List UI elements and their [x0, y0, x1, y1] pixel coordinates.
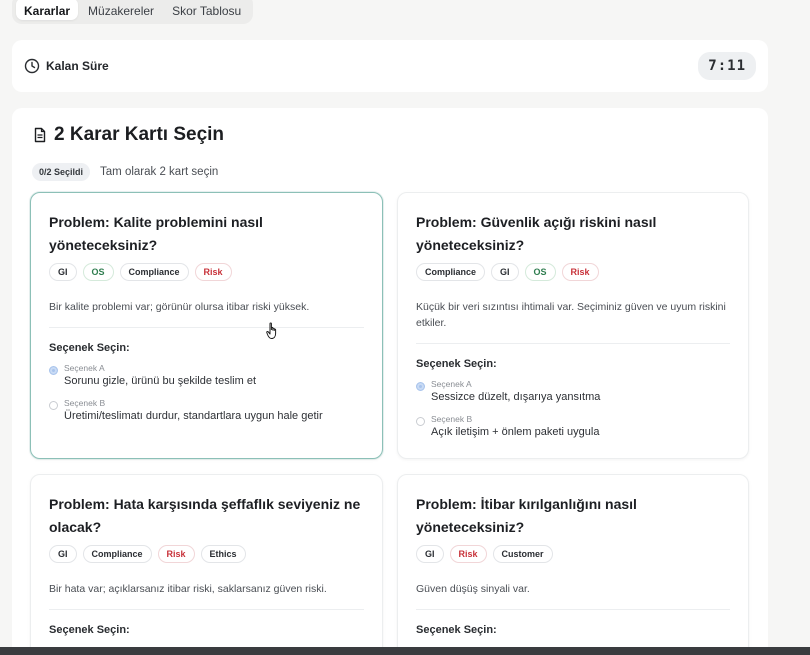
tag-compliance: Compliance	[82, 545, 152, 563]
tag-compliance: Compliance	[416, 263, 486, 281]
option-b[interactable]: Seçenek B Üretimi/teslimatı durdur, stan…	[49, 397, 364, 424]
card-description: Güven düşüş sinyali var.	[416, 583, 530, 595]
tab-muzakereler[interactable]: Müzakereler	[80, 0, 162, 20]
option-a-text: Sessizce düzelt, dışarıya yansıtma	[431, 391, 601, 403]
card-title: Problem: Güvenlik açığı riskini nasıl yö…	[416, 214, 657, 253]
divider	[416, 609, 730, 610]
tag-ethics: Ethics	[200, 545, 246, 563]
selection-hint: Tam olarak 2 kart seçin	[100, 166, 219, 178]
hand-cursor-icon	[266, 322, 277, 339]
option-b-text: Üretimi/teslimatı durdur, standartlara u…	[64, 410, 323, 422]
card-title: Problem: Hata karşısında şeffaflık seviy…	[49, 496, 361, 535]
decision-card-reputation[interactable]: Problem: İtibar kırılganlığını nasıl yön…	[397, 474, 749, 655]
tab-bar: Kararlar Müzakereler Skor Tablosu	[12, 0, 254, 24]
tag-list: Compliance GI OS Risk	[416, 263, 730, 281]
tag-risk: Risk	[157, 545, 195, 563]
tag-os: OS	[82, 263, 114, 281]
divider	[416, 343, 730, 344]
tag-compliance: Compliance	[119, 263, 189, 281]
option-b[interactable]: Seçenek B Açık iletişim + önlem paketi u…	[416, 413, 730, 440]
timer-value: 7:11	[698, 52, 756, 80]
timer-label: Kalan Süre	[46, 59, 109, 73]
clock-icon	[24, 58, 40, 74]
option-heading: Seçenek Seçin:	[416, 624, 497, 636]
timer-card: Kalan Süre 7:11	[12, 40, 768, 92]
card-description: Bir kalite problemi var; görünür olursa …	[49, 301, 310, 313]
decision-card-security[interactable]: Problem: Güvenlik açığı riskini nasıl yö…	[397, 192, 749, 459]
tag-gi: GI	[49, 545, 77, 563]
option-a-head: Seçenek A	[431, 379, 472, 389]
option-heading: Seçenek Seçin:	[49, 342, 130, 354]
option-a-head: Seçenek A	[64, 363, 105, 373]
option-a-radio[interactable]	[416, 382, 425, 391]
selection-status: 0/2 Seçildi Tam olarak 2 kart seçin	[32, 163, 218, 181]
tag-list: GI Risk Customer	[416, 545, 730, 563]
option-b-radio[interactable]	[416, 417, 425, 426]
decision-card-quality[interactable]: Problem: Kalite problemini nasıl yönetec…	[30, 192, 383, 459]
page-title-text: 2 Karar Kartı Seçin	[54, 124, 225, 145]
option-a-radio[interactable]	[49, 366, 58, 375]
option-b-head: Seçenek B	[431, 414, 473, 424]
option-b-head: Seçenek B	[64, 398, 106, 408]
tag-list: GI OS Compliance Risk	[49, 263, 364, 281]
document-icon	[34, 127, 46, 143]
option-a[interactable]: Seçenek A Sessizce düzelt, dışarıya yans…	[416, 378, 730, 405]
option-a[interactable]: Seçenek A Sorunu gizle, ürünü bu şekilde…	[49, 362, 364, 389]
card-title: Problem: Kalite problemini nasıl yönetec…	[49, 214, 263, 253]
tag-risk: Risk	[561, 263, 599, 281]
tag-gi: GI	[491, 263, 519, 281]
divider	[49, 327, 364, 328]
selected-count-badge: 0/2 Seçildi	[32, 163, 91, 181]
page-title: 2 Karar Kartı Seçin	[32, 124, 224, 146]
taskbar-strip	[0, 647, 810, 655]
divider	[49, 609, 364, 610]
option-heading: Seçenek Seçin:	[416, 358, 497, 370]
card-description: Küçük bir veri sızıntısı ihtimali var. S…	[416, 301, 726, 329]
tag-risk: Risk	[449, 545, 487, 563]
tab-skor-tablosu[interactable]: Skor Tablosu	[164, 0, 249, 20]
option-a-text: Sorunu gizle, ürünü bu şekilde teslim et	[64, 375, 256, 387]
card-description: Bir hata var; açıklarsanız itibar riski,…	[49, 583, 327, 595]
option-b-radio[interactable]	[49, 401, 58, 410]
decision-card-transparency[interactable]: Problem: Hata karşısında şeffaflık seviy…	[30, 474, 383, 655]
tag-os: OS	[524, 263, 556, 281]
tag-list: GI Compliance Risk Ethics	[49, 545, 364, 563]
tag-gi: GI	[49, 263, 77, 281]
option-heading: Seçenek Seçin:	[49, 624, 130, 636]
tag-risk: Risk	[194, 263, 232, 281]
tag-gi: GI	[416, 545, 444, 563]
tag-customer: Customer	[492, 545, 553, 563]
tab-kararlar[interactable]: Kararlar	[16, 0, 79, 20]
option-b-text: Açık iletişim + önlem paketi uygula	[431, 426, 600, 438]
card-title: Problem: İtibar kırılganlığını nasıl yön…	[416, 496, 637, 535]
